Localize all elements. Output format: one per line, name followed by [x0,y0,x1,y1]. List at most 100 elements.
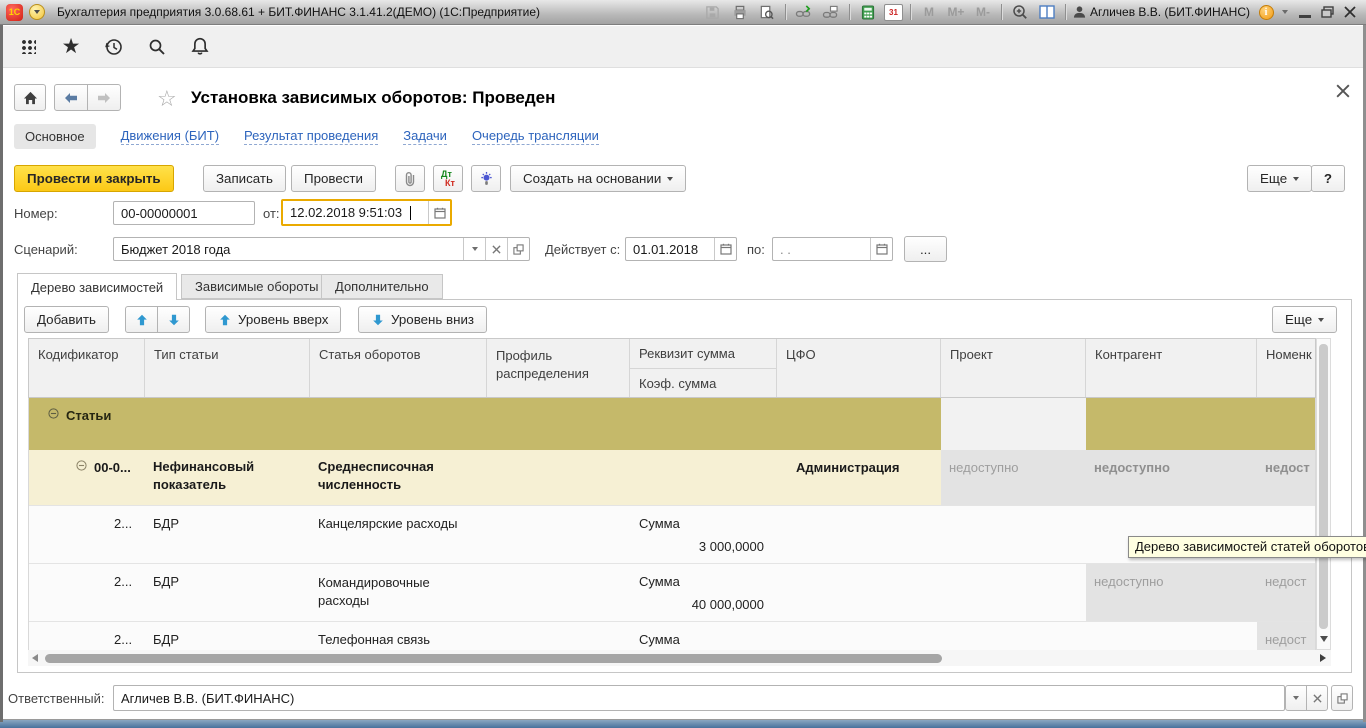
table-row-travel[interactable]: 2... БДР Командировочные расходы Сумма 4… [29,563,1315,621]
favorite-star-icon[interactable]: ☆ [157,86,177,112]
open-link-icon-button[interactable] [820,3,842,22]
valid-to-input[interactable]: . . [772,237,893,261]
col-article[interactable]: Статья оборотов [310,339,487,397]
info-icon-button[interactable]: i [1255,3,1277,22]
cell-article-type: БДР [145,564,310,621]
favorites-button[interactable]: ★ [60,36,82,58]
scenario-combobox[interactable]: Бюджет 2018 года [113,237,530,261]
responsible-clear-button[interactable] [1306,685,1328,711]
home-button[interactable] [14,84,46,111]
collapse-icon[interactable] [48,408,59,419]
vertical-scrollbar[interactable] [1316,338,1331,650]
col-nomenclature[interactable]: Номенк [1257,339,1317,397]
post-button[interactable]: Провести [291,165,376,192]
minimize-button[interactable] [1299,15,1311,18]
calculator-icon-button[interactable] [857,3,879,22]
titlebar: 1С Бухгалтерия предприятия 3.0.68.61 + Б… [0,0,1366,25]
number-input[interactable]: 00-00000001 [113,201,255,225]
move-down-button[interactable] [157,306,190,333]
create-on-basis-button[interactable]: Создать на основании [510,165,686,192]
table-row-stationery[interactable]: 2... БДР Канцелярские расходы Сумма 3 00… [29,505,1315,563]
write-button[interactable]: Записать [203,165,286,192]
responsible-dropdown-button[interactable] [1285,685,1307,711]
combo-clear-button[interactable] [485,238,507,260]
grid-icon [21,39,36,54]
add-link-icon-button[interactable] [793,3,815,22]
col-requisite[interactable]: Реквизит сумма [630,339,776,369]
level-up-button[interactable]: Уровень вверх [205,306,341,333]
calendar-icon-button[interactable]: 31 [884,4,903,21]
help-button[interactable]: ? [1311,165,1345,192]
nav-link-tasks[interactable]: Задачи [403,128,447,145]
date-picker-button[interactable] [870,238,892,260]
table-row-group-00[interactable]: 00-0... Нефинансовый показатель Среднесп… [29,450,1315,505]
nav-link-posting-result[interactable]: Результат проведения [244,128,378,145]
table-more-button[interactable]: Еще [1272,306,1337,333]
col-project[interactable]: Проект [941,339,1086,397]
close-window-button[interactable] [1344,6,1356,18]
hint-button[interactable] [471,165,501,192]
col-codifier[interactable]: Кодификатор [29,339,145,397]
date-picker-button[interactable] [714,238,736,260]
chevron-down-icon [1293,177,1299,181]
move-up-button[interactable] [125,306,158,333]
date-picker-button[interactable] [428,201,450,224]
table-row-telephony[interactable]: 2... БДР Телефонная связь Сумма недост [29,621,1315,650]
memory-minus-button[interactable]: M- [972,5,994,19]
print-icon-button[interactable] [729,3,751,22]
nav-link-movements[interactable]: Движения (БИТ) [121,128,219,145]
ellipsis-button[interactable]: ... [904,236,947,262]
dtkt-button[interactable]: ДтКт [433,165,463,192]
scroll-left-arrow-icon[interactable] [32,654,38,662]
tab-dependency-tree[interactable]: Дерево зависимостей [17,273,177,300]
cell-article-type: Нефинансовый показатель [145,450,310,505]
maximize-button[interactable] [1321,6,1334,18]
notifications-button[interactable] [189,36,211,58]
back-button[interactable] [54,84,88,111]
titlebar-more-chevron-icon[interactable] [1282,10,1288,14]
table-row-group-articles[interactable]: Статьи [29,398,1315,450]
tab-dependent-turnovers[interactable]: Зависимые обороты [181,274,333,299]
nav-link-translation-queue[interactable]: Очередь трансляции [472,128,599,145]
responsible-open-button[interactable] [1331,685,1353,711]
col-article-type[interactable]: Тип статьи [145,339,310,397]
separator [849,4,850,20]
col-contractor[interactable]: Контрагент [1086,339,1257,397]
search-button[interactable] [146,36,168,58]
form-close-button[interactable] [1336,84,1350,98]
attachments-button[interactable] [395,165,425,192]
valid-from-input[interactable]: 01.01.2018 [625,237,737,261]
save-icon-button[interactable] [702,3,724,22]
collapse-icon[interactable] [76,460,87,471]
form-more-button[interactable]: Еще [1247,165,1312,192]
star-icon: ★ [62,36,81,57]
col-profile[interactable]: Профиль распределения [487,339,630,397]
col-cfo[interactable]: ЦФО [777,339,941,397]
memory-plus-button[interactable]: M+ [945,5,967,19]
split-view-icon-button[interactable] [1036,3,1058,22]
col-coef[interactable]: Коэф. сумма [630,369,776,398]
history-button[interactable] [103,36,125,58]
scroll-right-arrow-icon[interactable] [1320,654,1326,662]
horizontal-scrollbar[interactable] [28,650,1331,666]
nav-tab-main[interactable]: Основное [14,124,96,149]
system-menu-button[interactable] [29,4,45,20]
apps-menu-button[interactable] [17,36,39,58]
combo-dropdown-button[interactable] [463,238,485,260]
scrollbar-thumb[interactable] [45,654,942,663]
add-button[interactable]: Добавить [24,306,109,333]
current-user[interactable]: Агличев В.В. (БИТ.ФИНАНС) [1073,5,1250,19]
responsible-input[interactable]: Агличев В.В. (БИТ.ФИНАНС) [113,685,1285,711]
tab-additional[interactable]: Дополнительно [321,274,443,299]
scroll-down-arrow-icon[interactable] [1320,636,1328,642]
zoom-icon-button[interactable] [1009,3,1031,22]
scrollbar-thumb[interactable] [1319,344,1328,629]
document-date-input[interactable]: 12.02.2018 9:51:03 [281,199,452,226]
print-preview-icon-button[interactable] [756,3,778,22]
post-and-close-button[interactable]: Провести и закрыть [14,165,174,192]
combo-open-button[interactable] [507,238,529,260]
cell-requisite-amount: Сумма [630,622,777,650]
level-down-button[interactable]: Уровень вниз [358,306,487,333]
memory-button[interactable]: M [918,5,940,19]
forward-button[interactable] [87,84,121,111]
